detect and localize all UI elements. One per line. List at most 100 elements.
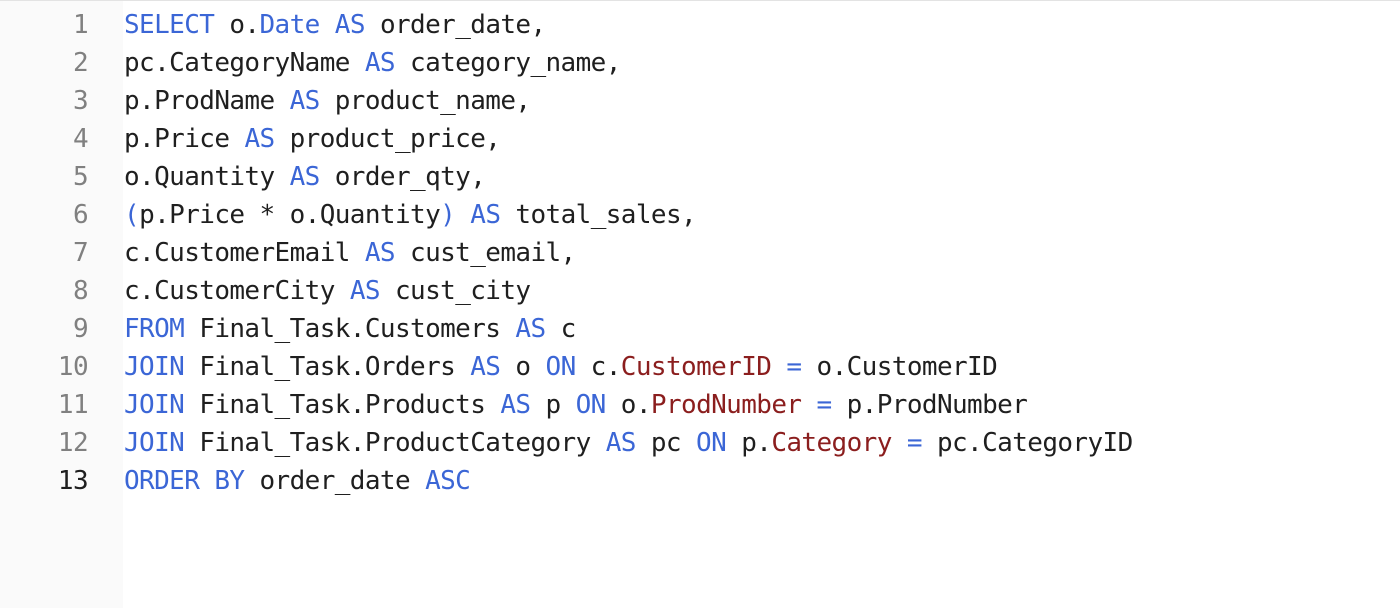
sql-keyword: AS [349, 276, 381, 306]
operator: = [816, 390, 833, 420]
code-token: pc [635, 428, 697, 458]
sql-keyword: ( [124, 200, 140, 230]
sql-keyword: AS [470, 200, 501, 230]
sql-keyword: AS [289, 162, 321, 192]
line-number: 2 [72, 48, 89, 78]
line-number: 13 [57, 466, 89, 496]
code-token: p.Price * o.Quantity [139, 200, 441, 230]
code-line[interactable]: 2 pc.CategoryName AS category_name, [0, 44, 1400, 82]
code-line[interactable]: 7 c.CustomerEmail AS cust_email, [0, 234, 1400, 272]
code-token: cust_email, [394, 238, 576, 268]
code-token: o. [214, 10, 260, 40]
line-number: 10 [57, 352, 89, 382]
code-token: product_name, [319, 86, 531, 116]
code-token: o.Quantity [124, 162, 290, 192]
column-reference: ProdNumber [650, 390, 802, 420]
sql-keyword: ORDER BY [124, 466, 245, 496]
operator: = [786, 352, 802, 382]
column-reference: CustomerID [620, 352, 772, 382]
sql-keyword: ASC [425, 466, 471, 496]
code-token: pc.CategoryID [921, 428, 1133, 458]
code-token: Final_Task.Orders [184, 352, 471, 382]
code-text[interactable]: JOIN Final_Task.ProductCategory AS pc ON… [124, 424, 1133, 462]
code-text[interactable]: p.ProdName AS product_name, [124, 82, 531, 120]
sql-keyword: AS [364, 238, 396, 268]
code-token: total_sales, [500, 200, 697, 230]
code-token: p.Price [124, 124, 245, 154]
code-line[interactable]: 10 JOIN Final_Task.Orders AS o ON c.Custo… [0, 348, 1400, 386]
line-number: 11 [57, 390, 89, 420]
code-token: c. [575, 352, 622, 382]
sql-keyword: ON [575, 390, 607, 420]
code-token: p [530, 390, 576, 420]
code-token: p. [726, 428, 772, 458]
code-token: Final_Task.Customers [184, 314, 516, 344]
column-reference: Category [771, 428, 892, 458]
code-text[interactable]: JOIN Final_Task.Products AS p ON o.ProdN… [124, 386, 1028, 424]
code-text[interactable]: c.CustomerEmail AS cust_email, [124, 234, 576, 272]
sql-keyword: AS [500, 390, 531, 420]
code-line[interactable]: 11 JOIN Final_Task.Products AS p ON o.Pro… [0, 386, 1400, 424]
code-text[interactable]: ORDER BY order_date ASC [124, 462, 471, 500]
code-token: order_date [244, 466, 426, 496]
code-text[interactable]: o.Quantity AS order_qty, [124, 158, 486, 196]
code-token: Final_Task.ProductCategory [184, 428, 606, 458]
code-token: p.ProdNumber [831, 390, 1028, 420]
code-line[interactable]: 12 JOIN Final_Task.ProductCategory AS pc … [0, 424, 1400, 462]
code-token: p.ProdName [124, 86, 290, 116]
sql-keyword: ON [545, 352, 577, 382]
code-text[interactable]: c.CustomerCity AS cust_city [124, 272, 531, 310]
operator: = [906, 428, 923, 458]
code-text[interactable]: JOIN Final_Task.Orders AS o ON c.Custome… [124, 348, 998, 386]
code-token: c [545, 314, 577, 344]
code-text[interactable]: (p.Price * o.Quantity) AS total_sales, [124, 196, 697, 234]
code-line[interactable]: 3 p.ProdName AS product_name, [0, 82, 1400, 120]
code-token: c.CustomerEmail [124, 238, 365, 268]
code-line[interactable]: 1 SELECT o.Date AS order_date, [0, 6, 1400, 44]
code-text[interactable]: SELECT o.Date AS order_date, [124, 6, 546, 44]
line-number: 4 [72, 124, 89, 154]
sql-keyword: JOIN [124, 428, 185, 458]
code-token: c.CustomerCity [124, 276, 350, 306]
code-token: product_price, [274, 124, 501, 154]
sql-keyword: ) [440, 200, 456, 230]
sql-keyword: AS [244, 124, 275, 154]
code-token: order_date, [364, 10, 546, 40]
code-line[interactable]: 13 ORDER BY order_date ASC [0, 462, 1400, 500]
sql-editor[interactable]: 1 SELECT o.Date AS order_date, 2 pc.Categor… [0, 0, 1400, 608]
code-token: order_qty, [319, 162, 486, 192]
code-line[interactable]: 6 (p.Price * o.Quantity) AS total_sales, [0, 196, 1400, 234]
code-line[interactable]: 4 p.Price AS product_price, [0, 120, 1400, 158]
line-number: 6 [72, 200, 89, 230]
sql-keyword: JOIN [124, 352, 185, 382]
code-token: category_name, [394, 48, 621, 78]
line-number: 8 [72, 276, 89, 306]
line-number: 1 [72, 10, 89, 40]
line-number: 3 [72, 86, 89, 116]
sql-keyword: AS [334, 10, 366, 40]
sql-keyword: AS [605, 428, 637, 458]
code-line[interactable]: 8 c.CustomerCity AS cust_city [0, 272, 1400, 310]
line-number: 9 [72, 314, 89, 344]
code-token: o [500, 352, 546, 382]
line-number: 12 [57, 428, 89, 458]
sql-keyword: Date [259, 10, 321, 40]
code-line[interactable]: 5 o.Quantity AS order_qty, [0, 158, 1400, 196]
code-line[interactable]: 9 FROM Final_Task.Customers AS c [0, 310, 1400, 348]
sql-keyword: FROM [124, 314, 185, 344]
code-text[interactable]: p.Price AS product_price, [124, 120, 501, 158]
sql-keyword: AS [364, 48, 396, 78]
code-token: pc.CategoryName [124, 48, 365, 78]
code-token: o.CustomerID [801, 352, 998, 382]
code-token: cust_city [379, 276, 531, 306]
code-text[interactable]: FROM Final_Task.Customers AS c [124, 310, 576, 348]
code-lines[interactable]: 1 SELECT o.Date AS order_date, 2 pc.Categor… [0, 6, 1400, 500]
code-text[interactable]: pc.CategoryName AS category_name, [124, 44, 621, 82]
line-number: 7 [72, 238, 89, 268]
code-token: Final_Task.Products [184, 390, 501, 420]
